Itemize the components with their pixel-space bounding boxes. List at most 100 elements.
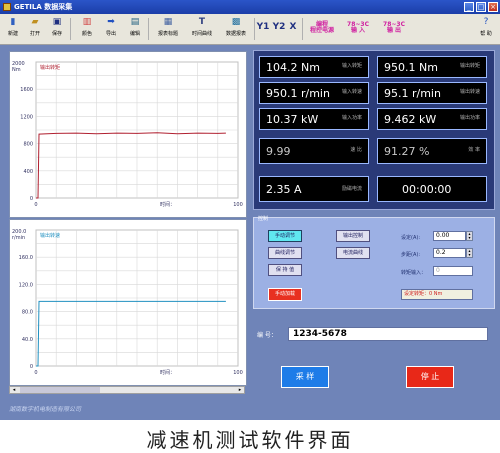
color-button[interactable]: ▥ 颜色 — [78, 17, 96, 37]
x-axis-label: 时间： — [160, 201, 175, 208]
set-current-spinner[interactable]: ▴ ▾ — [466, 231, 473, 241]
manual-load-button[interactable]: 手动加载 — [268, 288, 302, 301]
data-report-icon: ▩ — [231, 17, 241, 27]
readout-timer: 00:00:00 — [377, 176, 487, 202]
toolbar: ▮ 新建 ▰ 打开 ▣ 保存 ▥ 颜色 ➡ 导出 ▤ 编辑 ▦ 报表标题 T 时间曲线 ▩ 数据报… — [0, 14, 500, 45]
export-button[interactable]: ➡ 导出 — [102, 17, 120, 37]
torque-input-field[interactable]: 0 — [433, 266, 473, 276]
data-report-button[interactable]: ▩ 数据报表 — [220, 17, 252, 37]
edit-icon: ▤ — [130, 17, 140, 27]
current-curve-button[interactable]: 电流曲线 — [336, 247, 370, 259]
output-button[interactable]: 78~3C 输 出 — [380, 22, 408, 34]
edit-button[interactable]: ▤ 编辑 — [126, 17, 144, 37]
output-control-button[interactable]: 输出控制 — [336, 230, 370, 242]
y2-button[interactable]: Y2 — [272, 23, 286, 32]
readout-panel: 104.2 Nm 输入转矩 950.1 Nm 输出转矩 950.1 r/min 输入转… — [253, 50, 495, 210]
export-icon: ➡ — [107, 17, 115, 27]
new-file-icon: ▮ — [10, 17, 16, 27]
time-curve-button[interactable]: T 时间曲线 — [186, 17, 218, 37]
y-tick-label: 1600 — [20, 87, 33, 93]
step-label: 步距(A): — [401, 252, 421, 258]
y-axis-unit: r/min — [12, 235, 25, 241]
toolbar-separator — [302, 18, 303, 40]
y-tick-label: 1200 — [20, 114, 33, 120]
control-panel: 控制 手动调节 输出控制 曲线调节 电流曲线 保 持 值 手动加载 设定(A):… — [253, 216, 495, 309]
serial-number-field[interactable]: 1234-5678 — [288, 327, 488, 341]
new-button[interactable]: ▮ 新建 — [4, 17, 22, 37]
open-folder-icon: ▰ — [31, 17, 39, 27]
readout-output-power: 9.462 kW 输出功率 — [377, 108, 487, 130]
figure-caption: 减速机测试软件界面 — [146, 428, 354, 452]
y-tick-label: 120.0 — [19, 282, 33, 288]
y1-button[interactable]: Y1 — [256, 23, 270, 32]
readout-ratio: 9.99 速 比 — [259, 138, 369, 164]
x-tick-label: 0 — [34, 370, 37, 376]
report-title-icon: ▦ — [163, 17, 173, 27]
set-current-label: 设定(A): — [401, 235, 421, 241]
readout-input-power: 10.37 kW 输入功率 — [259, 108, 369, 130]
window-title: GETILA 数据采集 — [14, 3, 73, 11]
torque-input-label: 转矩输入： — [401, 270, 427, 276]
app-icon — [3, 3, 11, 11]
help-icon: ? — [483, 17, 489, 27]
scroll-thumb[interactable] — [20, 387, 100, 393]
x-axis-label: 时间： — [160, 369, 175, 376]
chart-title: 输出转速 — [40, 232, 60, 239]
control-panel-title: 控制 — [258, 216, 269, 222]
readout-excitation-current: 2.35 A 励磁电流 — [259, 176, 369, 202]
x-tick-label: 100 — [233, 370, 243, 376]
toolbar-separator — [254, 18, 255, 40]
scroll-left-icon[interactable]: ◂ — [10, 387, 18, 393]
step-input[interactable]: 0.2 — [433, 248, 466, 258]
help-button[interactable]: ? 帮 助 — [476, 17, 496, 37]
title-bar: GETILA 数据采集 _ □ × — [0, 0, 500, 14]
x-tick-label: 0 — [34, 202, 37, 208]
time-curve-icon: T — [198, 17, 206, 27]
input-button[interactable]: 78~3C 输 入 — [344, 22, 372, 34]
stop-button[interactable]: 停 止 — [406, 366, 454, 388]
y-tick-label: 80.0 — [22, 310, 33, 316]
company-name: 湖南数字机电制造有限公司 — [9, 406, 82, 413]
set-current-input[interactable]: 0.00 — [433, 231, 466, 241]
readout-input-torque: 104.2 Nm 输入转矩 — [259, 56, 369, 78]
readout-output-speed: 95.1 r/min 输出转速 — [377, 82, 487, 104]
curve-adjust-button[interactable]: 曲线调节 — [268, 247, 302, 259]
sample-button[interactable]: 采 样 — [281, 366, 329, 388]
hold-value-button[interactable]: 保 持 值 — [268, 264, 302, 276]
readout-input-speed: 950.1 r/min 输入转速 — [259, 82, 369, 104]
x-button[interactable]: X — [288, 23, 298, 32]
set-torque-display: 设定转矩：0 Nm — [401, 289, 473, 300]
toolbar-separator — [70, 18, 71, 40]
app-window: GETILA 数据采集 _ □ × ▮ 新建 ▰ 打开 ▣ 保存 ▥ 颜色 ➡ 导出 ▤ 编… — [0, 0, 500, 420]
save-icon: ▣ — [52, 17, 62, 27]
serial-label: 编 号： — [257, 332, 277, 339]
horizontal-scrollbar[interactable]: ◂ ▸ — [9, 386, 245, 394]
minimize-icon[interactable]: _ — [464, 2, 474, 12]
scroll-right-icon[interactable]: ▸ — [236, 387, 244, 393]
step-spinner[interactable]: ▴ ▾ — [466, 248, 473, 258]
y-tick-label: 160.0 — [19, 255, 33, 261]
save-button[interactable]: ▣ 保存 — [48, 17, 66, 37]
maximize-icon[interactable]: □ — [476, 2, 486, 12]
manual-adjust-button[interactable]: 手动调节 — [268, 230, 302, 242]
speed-chart-svg: 040.080.0120.0160.0200.0r/min0 100时间：输出转速 — [12, 229, 243, 376]
y-axis-unit: Nm — [12, 67, 21, 73]
output-torque-chart: 0 400 800 1200 1600 2000 Nm 0 100 时间： 输出转矩 — [9, 51, 247, 218]
program-power-button[interactable]: 编程 程控电源 — [306, 22, 338, 34]
readout-efficiency: 91.27 % 效 率 — [377, 138, 487, 164]
color-icon: ▥ — [82, 17, 92, 27]
x-tick-label: 100 — [233, 202, 243, 208]
y-tick-label: 40.0 — [22, 337, 33, 343]
chart-title: 输出转矩 — [40, 64, 60, 71]
y-tick-label: 800 — [23, 142, 33, 148]
readout-output-torque: 950.1 Nm 输出转矩 — [377, 56, 487, 78]
close-icon[interactable]: × — [488, 2, 498, 12]
toolbar-separator — [148, 18, 149, 40]
torque-chart-svg: 0400800120016002000Nm0 100时间：输出转矩 — [12, 61, 243, 208]
output-speed-chart: 0 40.0 80.0 120.0 160.0 200.0 r/min 0 100 时间： 输出转速 — [9, 219, 247, 386]
y-tick-label: 400 — [23, 169, 33, 175]
report-title-button[interactable]: ▦ 报表标题 — [152, 17, 184, 37]
open-button[interactable]: ▰ 打开 — [26, 17, 44, 37]
y-tick-label: 0 — [30, 364, 33, 370]
y-tick-label: 0 — [30, 196, 33, 202]
